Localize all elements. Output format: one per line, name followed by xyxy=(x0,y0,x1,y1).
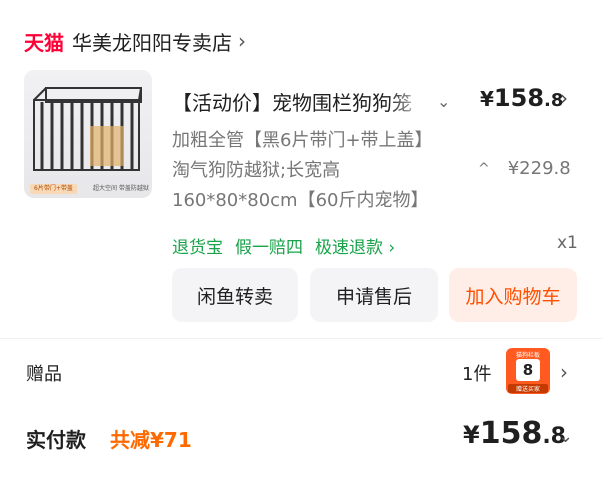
dog-cage-icon xyxy=(33,87,142,171)
product-thumbnail[interactable]: 6片带门+带盖 超大空间 带盖防越狱 xyxy=(24,70,152,198)
add-to-cart-button[interactable]: 加入购物车 xyxy=(449,268,577,322)
store-name[interactable]: 华美龙阳阳专卖店 xyxy=(72,27,232,56)
total-integer: 158 xyxy=(479,416,543,451)
product-price: ¥ 158 .8 xyxy=(480,84,563,116)
price-integer: 158 xyxy=(493,84,545,112)
aftersale-button[interactable]: 申请售后 xyxy=(310,268,438,322)
service-guarantees[interactable]: 退货宝 假一赔四 极速退款 › xyxy=(172,233,407,258)
spec-line: 160*80*80cm【60斤内宠物】 xyxy=(172,190,429,211)
gift-image-card: 8 xyxy=(516,359,540,381)
original-price-row: ^ ¥229.8 xyxy=(478,158,571,179)
chevron-down-icon[interactable]: ⌄ xyxy=(437,92,450,111)
thumb-banner: 6片带门+带盖 xyxy=(30,184,77,194)
chevron-right-icon[interactable]: › xyxy=(560,86,568,110)
gift-image-bottom: 赠送买家 xyxy=(508,384,548,393)
service-fast-refund[interactable]: 极速退款 › xyxy=(315,233,395,258)
caret-up-icon[interactable]: ^ xyxy=(478,161,490,177)
gift-label: 赠品 xyxy=(26,364,62,385)
chevron-down-icon[interactable]: ⌄ xyxy=(558,426,573,447)
service-return-insurance: 退货宝 xyxy=(172,238,223,258)
spec-line: 淘气狗防越狱;长宽高 xyxy=(172,160,341,181)
product-title[interactable]: 【活动价】宠物围栏狗狗笼 xyxy=(172,87,427,116)
product-title-row[interactable]: 【活动价】宠物围栏狗狗笼 ⌄ xyxy=(172,86,462,116)
tmall-logo: 天猫 xyxy=(24,30,64,55)
divider xyxy=(0,338,603,339)
chevron-right-icon[interactable]: › xyxy=(560,360,568,384)
quantity: x1 xyxy=(557,233,578,253)
chevron-right-icon[interactable]: › xyxy=(238,29,246,53)
service-fake-compensation: 假一赔四 xyxy=(235,238,303,258)
original-price: ¥229.8 xyxy=(507,158,571,179)
discount-amount: 共减¥71 xyxy=(110,428,192,452)
total-price: ¥ 158 .8 xyxy=(463,416,566,451)
store-header[interactable]: 天猫 华美龙阳阳专卖店 › xyxy=(24,26,246,56)
gift-count: 1件 xyxy=(462,364,492,385)
resell-button[interactable]: 闲鱼转卖 xyxy=(172,268,298,322)
gift-image[interactable]: 猫狗栏板 8 赠送买家 xyxy=(506,348,550,394)
paid-label: 实付款 xyxy=(26,428,86,452)
total-currency: ¥ xyxy=(463,421,480,449)
gift-image-top: 猫狗栏板 xyxy=(515,352,540,359)
thumb-banner-secondary: 超大空间 带盖防越狱 xyxy=(93,185,149,192)
product-spec: 加粗全管【黑6片带门+带上盖】 淘气狗防越狱;长宽高 160*80*80cm【6… xyxy=(172,126,472,216)
spec-line: 加粗全管【黑6片带门+带上盖】 xyxy=(172,130,433,151)
price-currency: ¥ xyxy=(480,87,494,111)
